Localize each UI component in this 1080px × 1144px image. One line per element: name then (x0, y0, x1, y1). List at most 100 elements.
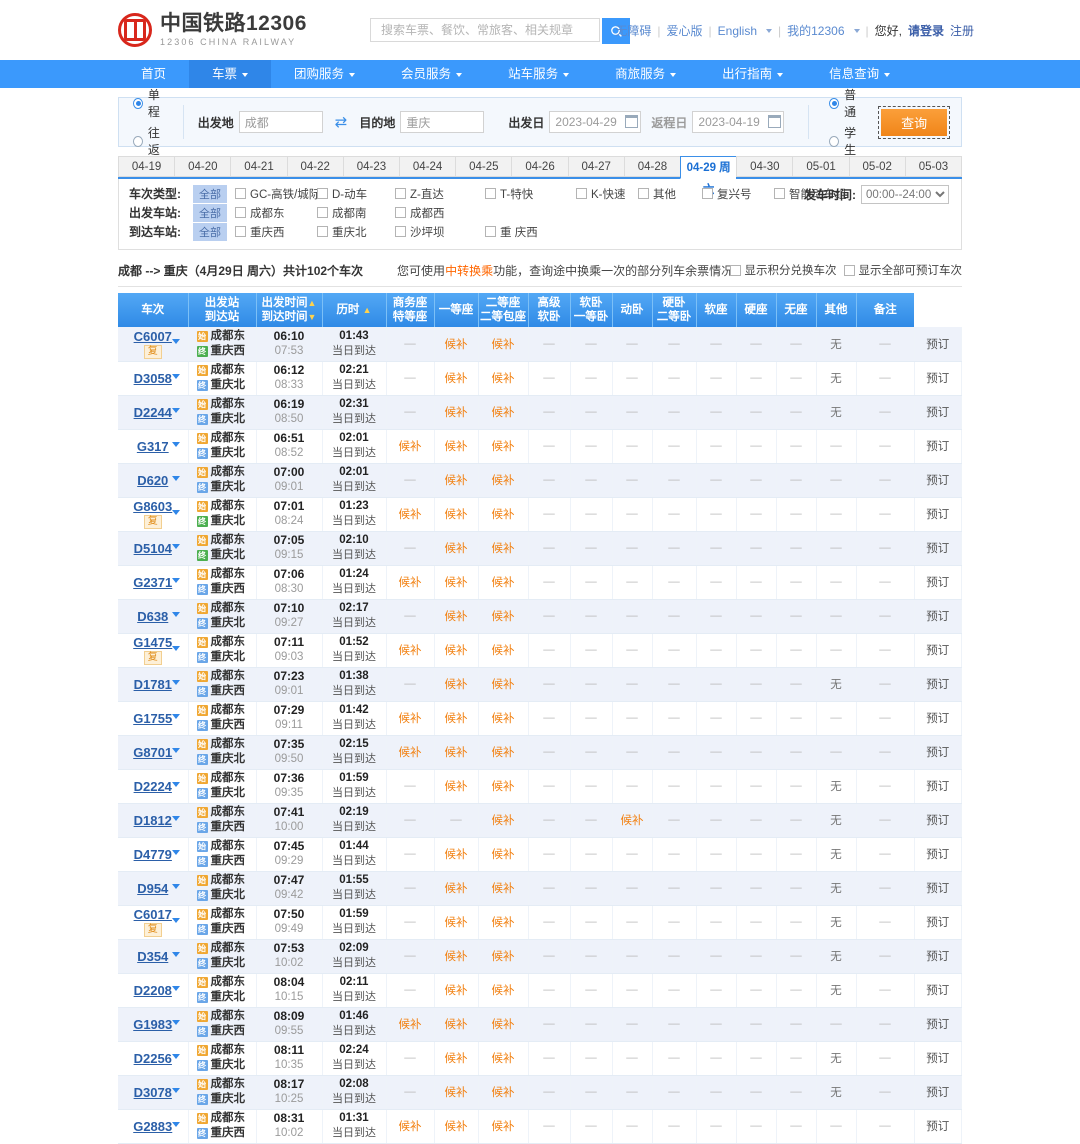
th-hard-sleeper[interactable]: 硬卧二等卧 (652, 293, 696, 327)
train-number-link[interactable]: D3078 (134, 1085, 172, 1100)
cell-first-class[interactable]: 候补 (434, 395, 478, 429)
book-button[interactable]: 预订 (926, 849, 949, 861)
th-stations[interactable]: 出发站到达站 (188, 293, 256, 327)
sort-desc-icon[interactable]: ▼ (308, 312, 317, 322)
expand-train-icon[interactable] (172, 680, 180, 685)
cell-second-class[interactable]: 候补 (478, 1109, 528, 1143)
th-emu-sleeper[interactable]: 动卧 (612, 293, 652, 327)
cell-second-class[interactable]: 候补 (478, 361, 528, 395)
cell-first-class[interactable]: 候补 (434, 599, 478, 633)
cell-first-class[interactable]: 候补 (434, 769, 478, 803)
expand-train-icon[interactable] (172, 918, 180, 923)
cell-business[interactable]: 候补 (386, 735, 434, 769)
date-tab-active[interactable]: 04-29 周六 (680, 156, 736, 179)
book-button[interactable]: 预订 (926, 407, 949, 419)
expand-train-icon[interactable] (172, 714, 180, 719)
book-button[interactable]: 预订 (926, 1053, 949, 1065)
date-tab[interactable]: 04-24 (399, 156, 455, 177)
cell-remark[interactable]: 预订 (914, 633, 962, 667)
train-number-link[interactable]: G2883 (133, 1119, 172, 1134)
th-hard-seat[interactable]: 硬座 (736, 293, 776, 327)
th-soft-sleeper[interactable]: 软卧一等卧 (570, 293, 612, 327)
expand-train-icon[interactable] (172, 646, 180, 651)
expand-train-icon[interactable] (172, 1020, 180, 1025)
cell-second-class[interactable]: 候补 (478, 837, 528, 871)
expand-train-icon[interactable] (172, 578, 180, 583)
cell-business[interactable]: 候补 (386, 1109, 434, 1143)
cell-first-class[interactable]: 候补 (434, 1007, 478, 1041)
th-second-class[interactable]: 二等座二等包座 (478, 293, 528, 327)
depart-time-select[interactable]: 00:00--24:00 (861, 185, 949, 204)
train-number-link[interactable]: G1475 (133, 635, 172, 650)
cell-first-class[interactable]: 候补 (434, 1075, 478, 1109)
book-button[interactable]: 预订 (926, 611, 949, 623)
cell-first-class[interactable]: 候补 (434, 667, 478, 701)
login-link[interactable]: 请登录 (908, 22, 944, 39)
book-button[interactable]: 预订 (926, 781, 949, 793)
book-button[interactable]: 预订 (926, 1087, 949, 1099)
site-search[interactable] (370, 18, 600, 42)
expand-train-icon[interactable] (172, 544, 180, 549)
expand-train-icon[interactable] (172, 1122, 180, 1127)
expand-train-icon[interactable] (172, 748, 180, 753)
cell-emu-sleeper[interactable]: 候补 (612, 803, 652, 837)
train-number-link[interactable]: D954 (137, 881, 168, 896)
th-soft-seat[interactable]: 软座 (696, 293, 736, 327)
radio-round-trip[interactable]: 往返 (133, 124, 169, 158)
book-button[interactable]: 预订 (926, 509, 949, 521)
book-button[interactable]: 预订 (926, 543, 949, 555)
transfer-link[interactable]: 中转换乘 (445, 264, 493, 278)
expand-train-icon[interactable] (172, 782, 180, 787)
book-button[interactable]: 预订 (926, 679, 949, 691)
date-tab[interactable]: 04-23 (343, 156, 399, 177)
nav-item-member[interactable]: 会员服务 (378, 60, 485, 88)
cell-remark[interactable]: 预订 (914, 667, 962, 701)
cell-second-class[interactable]: 候补 (478, 735, 528, 769)
expand-train-icon[interactable] (172, 952, 180, 957)
book-button[interactable]: 预订 (926, 441, 949, 453)
date-tab[interactable]: 04-25 (455, 156, 511, 177)
cell-second-class[interactable]: 候补 (478, 667, 528, 701)
cell-second-class[interactable]: 候补 (478, 701, 528, 735)
cell-remark[interactable]: 预订 (914, 531, 962, 565)
cell-business[interactable]: 候补 (386, 633, 434, 667)
cell-remark[interactable]: 预订 (914, 1109, 962, 1143)
cell-remark[interactable]: 预订 (914, 565, 962, 599)
th-other[interactable]: 其他 (816, 293, 856, 327)
train-number-link[interactable]: D3058 (134, 371, 172, 386)
train-number-link[interactable]: C6007 (134, 329, 172, 344)
checkbox-z[interactable]: Z-直达 (395, 186, 485, 202)
cell-remark[interactable]: 预订 (914, 1075, 962, 1109)
cell-remark[interactable]: 预订 (914, 327, 962, 361)
cell-first-class[interactable]: 候补 (434, 837, 478, 871)
book-button[interactable]: 预订 (926, 815, 949, 827)
checkbox-d[interactable]: D-动车 (317, 186, 395, 202)
date-tab[interactable]: 04-28 (624, 156, 680, 177)
date-tab[interactable]: 05-01 (792, 156, 848, 177)
date-tab[interactable]: 04-22 (287, 156, 343, 177)
train-number-link[interactable]: D2208 (134, 983, 172, 998)
cell-first-class[interactable]: 候补 (434, 565, 478, 599)
cell-remark[interactable]: 预订 (914, 1007, 962, 1041)
expand-train-icon[interactable] (172, 339, 180, 344)
checkbox-chongqingbei[interactable]: 重庆北 (317, 224, 395, 240)
to-input[interactable] (400, 111, 484, 133)
cell-first-class[interactable]: 候补 (434, 327, 478, 361)
cell-first-class[interactable]: 候补 (434, 497, 478, 531)
train-number-link[interactable]: D1812 (134, 813, 172, 828)
train-number-link[interactable]: G2371 (133, 575, 172, 590)
train-number-link[interactable]: D638 (137, 609, 168, 624)
th-duration[interactable]: 历时 ▲ (322, 293, 386, 327)
book-button[interactable]: 预订 (926, 373, 949, 385)
cell-remark[interactable]: 预订 (914, 871, 962, 905)
date-tab[interactable]: 04-20 (174, 156, 230, 177)
train-number-link[interactable]: D2244 (134, 405, 172, 420)
filter-all-train-type[interactable]: 全部 (193, 185, 227, 203)
train-number-link[interactable]: D2256 (134, 1051, 172, 1066)
expand-train-icon[interactable] (172, 1088, 180, 1093)
checkbox-chongqingxi-2[interactable]: 重 庆西 (485, 224, 538, 240)
cell-remark[interactable]: 预订 (914, 361, 962, 395)
cell-first-class[interactable]: 候补 (434, 531, 478, 565)
cell-business[interactable]: 候补 (386, 497, 434, 531)
radio-student[interactable]: 学生 (829, 124, 865, 158)
